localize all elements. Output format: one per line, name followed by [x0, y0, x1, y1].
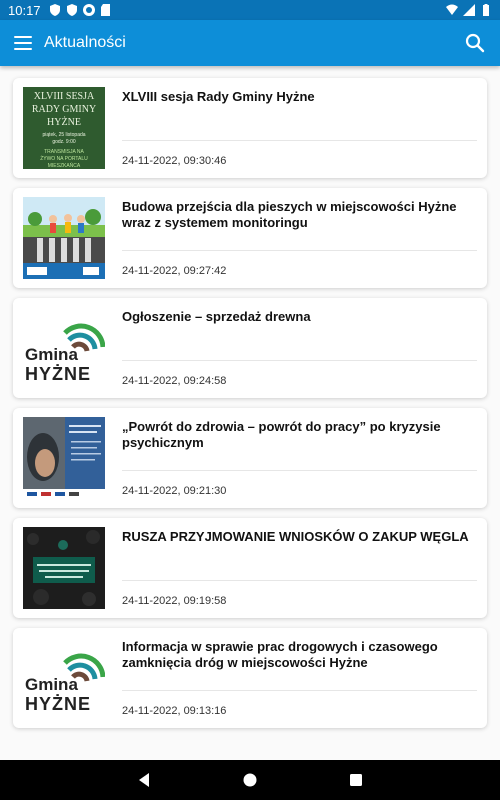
app-bar: Aktualności	[0, 20, 500, 66]
logo-text: Gmina	[25, 345, 78, 364]
status-bar: 10:17	[0, 0, 500, 20]
news-thumbnail: XLVIII SESJA RADY GMINY HYŻNE piątek, 25…	[23, 87, 105, 169]
thumbnail-text: TRANSMISJA NA	[44, 149, 84, 155]
divider	[122, 690, 477, 691]
news-date: 24-11-2022, 09:21:30	[122, 485, 227, 497]
notification-icons	[49, 4, 112, 16]
recents-icon[interactable]	[348, 772, 364, 788]
logo-text: HYŻNE	[25, 694, 92, 714]
divider	[122, 470, 477, 471]
news-card[interactable]: Gmina HYŻNE Ogłoszenie – sprzedaż drewna…	[13, 298, 487, 398]
news-card[interactable]: „Powrót do zdrowia – powrót do pracy” po…	[13, 408, 487, 508]
news-thumbnail	[23, 417, 105, 499]
battery-icon	[483, 4, 489, 16]
news-title: Budowa przejścia dla pieszych w miejscow…	[122, 199, 457, 230]
status-time: 10:17	[8, 2, 41, 18]
thumbnail-text: godz. 9:00	[52, 139, 76, 145]
news-thumbnail	[23, 197, 105, 279]
news-card[interactable]: Gmina HYŻNE Informacja w sprawie prac dr…	[13, 628, 487, 728]
divider	[122, 140, 477, 141]
search-icon[interactable]	[464, 32, 486, 54]
news-card[interactable]: Budowa przejścia dla pieszych w miejscow…	[13, 188, 487, 288]
news-card[interactable]: XLVIII SESJA RADY GMINY HYŻNE piątek, 25…	[13, 78, 487, 178]
page-title: Aktualności	[44, 34, 126, 51]
thumbnail-text: RADY GMINY	[31, 104, 97, 115]
news-list: XLVIII SESJA RADY GMINY HYŻNE piątek, 25…	[0, 66, 500, 760]
coal-announcement-image	[23, 527, 105, 609]
news-thumbnail: Gmina HYŻNE	[23, 637, 105, 719]
divider	[122, 360, 477, 361]
news-date: 24-11-2022, 09:13:16	[122, 705, 227, 717]
news-title: „Powrót do zdrowia – powrót do pracy” po…	[122, 419, 441, 450]
thumbnail-text: HYŻNE	[47, 117, 81, 128]
system-icons	[446, 4, 492, 16]
app-notification-icon	[82, 4, 95, 16]
news-date: 24-11-2022, 09:24:58	[122, 375, 227, 387]
wifi-icon	[446, 4, 458, 15]
news-title: RUSZA PRZYJMOWANIE WNIOSKÓW O ZAKUP WĘGL…	[122, 529, 469, 544]
shield-icon	[49, 4, 60, 16]
navigation-bar	[0, 760, 500, 800]
news-date: 24-11-2022, 09:19:58	[122, 595, 227, 607]
menu-icon[interactable]	[14, 36, 32, 50]
news-title: Ogłoszenie – sprzedaż drewna	[122, 309, 311, 324]
shield-icon	[66, 4, 77, 16]
thumbnail-text: XLVIII SESJA	[33, 91, 95, 102]
news-date: 24-11-2022, 09:27:42	[122, 265, 227, 277]
news-thumbnail	[23, 527, 105, 609]
divider	[122, 250, 477, 251]
back-icon[interactable]	[136, 772, 152, 788]
signal-icon	[463, 4, 475, 16]
news-title: Informacja w sprawie prac drogowych i cz…	[122, 639, 438, 670]
news-thumbnail: Gmina HYŻNE	[23, 307, 105, 389]
news-card[interactable]: RUSZA PRZYJMOWANIE WNIOSKÓW O ZAKUP WĘGL…	[13, 518, 487, 618]
divider	[122, 580, 477, 581]
logo-text: HYŻNE	[25, 364, 92, 384]
news-title: XLVIII sesja Rady Gminy Hyżne	[122, 89, 315, 104]
crosswalk-illustration	[23, 197, 105, 279]
health-campaign-image	[23, 417, 105, 499]
thumbnail-text: piątek, 25 listopada	[42, 132, 86, 138]
logo-text: Gmina	[25, 675, 78, 694]
news-date: 24-11-2022, 09:30:46	[122, 155, 227, 167]
thumbnail-text: ŻYWO NA PORTALU	[40, 156, 88, 162]
thumbnail-text: MIESZKAŃCA	[47, 163, 81, 169]
home-icon[interactable]	[242, 772, 258, 788]
sd-card-icon	[100, 4, 110, 16]
